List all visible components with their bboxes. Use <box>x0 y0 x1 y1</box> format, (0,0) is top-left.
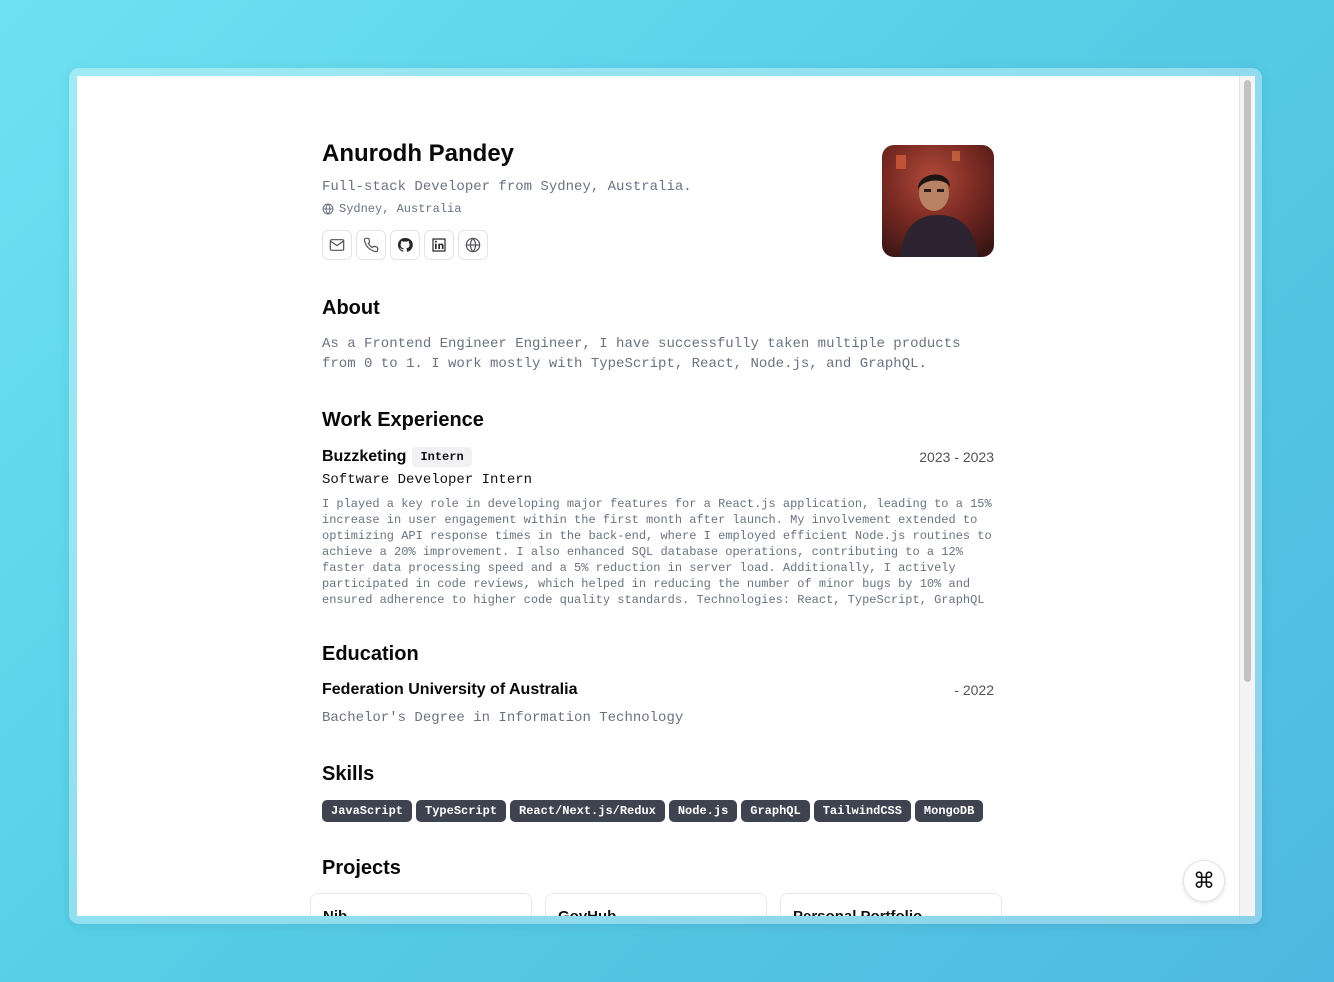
github-button[interactable] <box>390 230 420 260</box>
website-button[interactable] <box>458 230 488 260</box>
profile-location: Sydney, Australia <box>322 202 461 216</box>
degree: Bachelor's Degree in Information Technol… <box>322 710 684 726</box>
command-menu-button[interactable]: ⌘ <box>1183 860 1225 902</box>
school-name[interactable]: Federation University of Australia <box>322 681 577 699</box>
project-card[interactable]: GovHub... <box>545 893 767 916</box>
education-dates: - 2022 <box>954 682 994 698</box>
location-label: Sydney, Australia <box>339 202 462 216</box>
scroll-thumb[interactable] <box>1244 80 1251 682</box>
phone-icon <box>363 237 379 253</box>
phone-button[interactable] <box>356 230 386 260</box>
skill-badge: GraphQL <box>741 800 810 822</box>
skills-heading: Skills <box>322 763 375 785</box>
about-heading: About <box>322 297 380 319</box>
projects-heading: Projects <box>322 857 401 879</box>
globe-icon <box>465 237 481 253</box>
education-heading: Education <box>322 643 419 665</box>
skill-badge: TailwindCSS <box>813 800 911 822</box>
social-links <box>322 230 488 260</box>
job-description: I played a key role in developing major … <box>322 497 992 607</box>
avatar <box>882 145 994 257</box>
project-card[interactable]: Nib... <box>310 893 532 916</box>
job-role: Software Developer Intern <box>322 472 533 488</box>
company-name[interactable]: Buzzketing <box>322 448 406 466</box>
command-icon: ⌘ <box>1193 868 1215 894</box>
globe-icon <box>322 203 334 215</box>
avatar-photo <box>882 145 994 257</box>
about-text: As a Frontend Engineer Engineer, I have … <box>322 336 961 372</box>
skill-badge: TypeScript <box>416 800 507 822</box>
work-heading: Work Experience <box>322 409 484 431</box>
skill-badge: JavaScript <box>322 800 413 822</box>
github-icon <box>397 237 413 252</box>
resume-page: Anurodh Pandey Full-stack Developer from… <box>77 76 1239 916</box>
profile-tagline: Full-stack Developer from Sydney, Austra… <box>322 179 692 195</box>
linkedin-icon <box>432 238 446 252</box>
scrollbar[interactable] <box>1239 76 1255 916</box>
skills-list: JavaScript TypeScript React/Next.js/Redu… <box>322 800 984 822</box>
mail-icon <box>329 239 345 251</box>
linkedin-button[interactable] <box>424 230 454 260</box>
work-item: Buzzketing Intern 2023 - 2023 <box>322 447 994 467</box>
projects-list: Nib... GovHub... Personal Portfolio... <box>310 893 1002 916</box>
work-dates: 2023 - 2023 <box>919 449 994 465</box>
profile-name: Anurodh Pandey <box>322 140 515 167</box>
skill-badge: MongoDB <box>914 800 984 822</box>
skill-badge: React/Next.js/Redux <box>510 800 665 822</box>
project-card[interactable]: Personal Portfolio... <box>780 893 1002 916</box>
job-type-badge: Intern <box>412 447 472 467</box>
email-button[interactable] <box>322 230 352 260</box>
skill-badge: Node.js <box>668 800 738 822</box>
